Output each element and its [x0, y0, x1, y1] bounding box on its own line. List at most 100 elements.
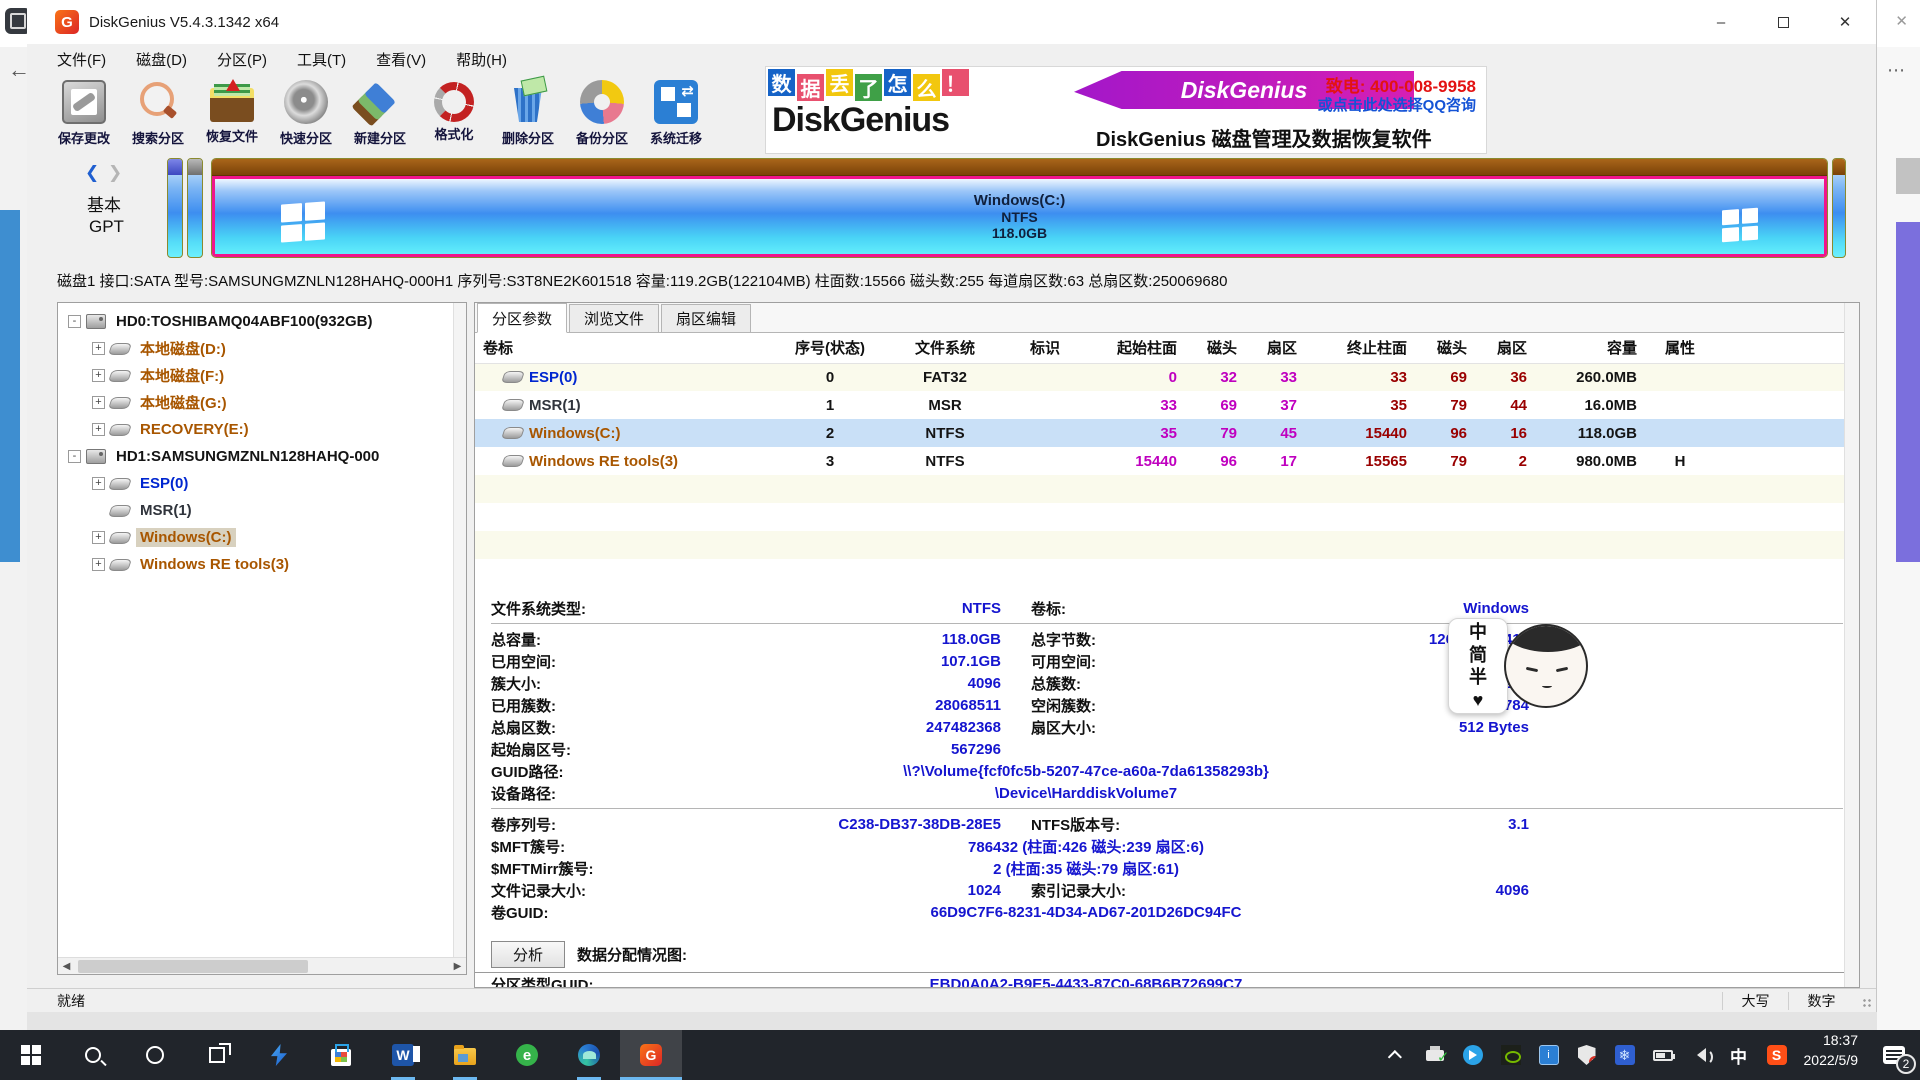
column-header-1[interactable]: 序号(状态)	[775, 333, 885, 363]
tray-printer-status-icon[interactable]	[1424, 1044, 1446, 1066]
table-row[interactable]: MSR(1)1MSR33693735794416.0MB	[475, 391, 1859, 419]
tree-item-recovery-e-[interactable]: +RECOVERY(E:)	[58, 416, 466, 443]
tab-扇区编辑[interactable]: 扇区编辑	[661, 304, 751, 332]
tray-defender-alert-icon[interactable]	[1576, 1044, 1598, 1066]
toolbar-system-migration-button[interactable]: 系统迁移	[639, 74, 713, 155]
column-header-5[interactable]: 磁头	[1185, 333, 1245, 363]
taskbar-edge-icon[interactable]	[558, 1030, 620, 1080]
table-row[interactable]: Windows RE tools(3)3NTFS1544096171556579…	[475, 447, 1859, 475]
ime-item-简[interactable]: 简	[1469, 646, 1487, 664]
menu-item-工[interactable]: 工具(T)	[297, 49, 346, 70]
tree-item-msr-1-[interactable]: MSR(1)	[58, 497, 466, 524]
tree-vertical-scrollbar[interactable]	[453, 303, 466, 957]
tab-分区参数[interactable]: 分区参数	[477, 303, 567, 333]
taskbar-microsoft-store-icon[interactable]	[310, 1030, 372, 1080]
taskbar-flash-app-icon[interactable]	[248, 1030, 310, 1080]
toolbar-recover-files-button[interactable]: 恢复文件	[195, 74, 269, 155]
partition-bar-msr[interactable]	[187, 158, 203, 258]
tray-intel-graphics-icon[interactable]: i	[1538, 1044, 1560, 1066]
ime-item-♥[interactable]: ♥	[1473, 691, 1484, 709]
tray-nvidia-settings-icon[interactable]	[1500, 1044, 1522, 1066]
partition-bar-esp[interactable]	[167, 158, 183, 258]
tray-sogou-icon[interactable]: S	[1766, 1044, 1788, 1066]
taskbar-task-view-icon[interactable]	[186, 1030, 248, 1080]
menu-item-分[interactable]: 分区(P)	[217, 49, 267, 70]
toolbar-quick-partition-button[interactable]: 快速分区	[269, 74, 343, 155]
tree-item--d-[interactable]: +本地磁盘(D:)	[58, 335, 466, 362]
tree-expander-icon[interactable]: +	[92, 369, 105, 382]
toolbar-search-partition-button[interactable]: 搜索分区	[121, 74, 195, 155]
taskbar-start-button[interactable]	[0, 1030, 62, 1080]
tree-item-hd1-samsungmznln128hahq-000[interactable]: -HD1:SAMSUNGMZNLN128HAHQ-000	[58, 443, 466, 470]
scrollbar-thumb[interactable]	[78, 960, 308, 973]
minimize-button[interactable]: –	[1690, 0, 1752, 44]
tree-expander-icon[interactable]: +	[92, 558, 105, 571]
column-header-8[interactable]: 磁头	[1415, 333, 1475, 363]
toolbar-delete-partition-button[interactable]: 删除分区	[491, 74, 565, 155]
next-disk-arrow-icon[interactable]: ❯	[108, 163, 122, 182]
taskbar-clock[interactable]: 18:37 2022/5/9	[1794, 1030, 1869, 1080]
partition-bar-windows-re[interactable]	[1832, 158, 1846, 258]
tree-item--f-[interactable]: +本地磁盘(F:)	[58, 362, 466, 389]
column-header-2[interactable]: 文件系统	[885, 333, 1005, 363]
tab-浏览文件[interactable]: 浏览文件	[569, 304, 659, 332]
toolbar-new-partition-button[interactable]: 新建分区	[343, 74, 417, 155]
tray-ime-language-icon[interactable]: 中	[1728, 1044, 1750, 1066]
taskbar-diskgenius-icon[interactable]: G	[620, 1030, 682, 1080]
taskbar-file-explorer-icon[interactable]	[434, 1030, 496, 1080]
tree-expander-icon[interactable]: -	[68, 450, 81, 463]
taskbar-search-icon[interactable]	[62, 1030, 124, 1080]
column-header-3[interactable]: 标识	[1005, 333, 1085, 363]
column-header-9[interactable]: 扇区	[1475, 333, 1535, 363]
analyze-button[interactable]: 分析	[491, 941, 565, 968]
tree-item-windows-c-[interactable]: +Windows(C:)	[58, 524, 466, 551]
action-center-button[interactable]: 2	[1868, 1030, 1920, 1080]
toolbar-backup-partition-button[interactable]: 备份分区	[565, 74, 639, 155]
tree-expander-icon[interactable]: +	[92, 396, 105, 409]
table-row[interactable]: Windows(C:)2NTFS357945154409616118.0GB	[475, 419, 1859, 447]
taskbar-word-icon[interactable]: W	[372, 1030, 434, 1080]
tree-expander-icon[interactable]: -	[68, 315, 81, 328]
column-header-7[interactable]: 终止柱面	[1305, 333, 1415, 363]
tree-item--g-[interactable]: +本地磁盘(G:)	[58, 389, 466, 416]
tree-expander-icon[interactable]: +	[92, 423, 105, 436]
tray-volume-icon[interactable]	[1690, 1044, 1712, 1066]
menu-item-查[interactable]: 查看(V)	[376, 49, 426, 70]
column-header-10[interactable]: 容量	[1535, 333, 1645, 363]
column-header-11[interactable]: 属性	[1645, 333, 1715, 363]
menu-item-文[interactable]: 文件(F)	[57, 49, 106, 70]
tree-expander-icon[interactable]: +	[92, 531, 105, 544]
detail-vertical-scrollbar[interactable]	[1844, 303, 1859, 987]
menu-item-磁[interactable]: 磁盘(D)	[136, 49, 187, 70]
tree-item-hd0-toshibamq04abf100-932gb-[interactable]: -HD0:TOSHIBAMQ04ABF100(932GB)	[58, 308, 466, 335]
prev-disk-arrow-icon[interactable]: ❮	[85, 163, 99, 182]
menu-item-帮[interactable]: 帮助(H)	[456, 49, 507, 70]
ime-item-中[interactable]: 中	[1469, 623, 1487, 641]
tray-telegram-icon[interactable]	[1462, 1044, 1484, 1066]
toolbar-save-changes-button[interactable]: 保存更改	[47, 74, 121, 155]
partition-bar-windows-c[interactable]: Windows(C:) NTFS 118.0GB	[211, 158, 1828, 258]
column-header-4[interactable]: 起始柱面	[1085, 333, 1185, 363]
resize-grip[interactable]	[1854, 992, 1876, 1010]
ime-avatar[interactable]	[1504, 624, 1588, 708]
tray-tray-expand-chevron-icon[interactable]	[1386, 1044, 1408, 1066]
scroll-right-arrow-icon[interactable]: ▶	[449, 961, 466, 972]
tree-item-windows-re-tools-3-[interactable]: +Windows RE tools(3)	[58, 551, 466, 578]
tree-expander-icon[interactable]: +	[92, 342, 105, 355]
tray-power-battery-icon[interactable]	[1652, 1044, 1674, 1066]
taskbar-browser-360-icon[interactable]: e	[496, 1030, 558, 1080]
column-header-6[interactable]: 扇区	[1245, 333, 1305, 363]
maximize-button[interactable]	[1752, 0, 1814, 44]
scroll-left-arrow-icon[interactable]: ◀	[58, 961, 75, 972]
toolbar-format-button[interactable]: 格式化	[417, 74, 491, 155]
table-row[interactable]: ESP(0)0FAT3203233336936260.0MB	[475, 363, 1859, 391]
banner-qq-link[interactable]: 或点击此处选择QQ咨询	[1318, 94, 1476, 115]
ime-item-半[interactable]: 半	[1469, 668, 1487, 686]
promo-banner[interactable]: 数据丢了怎么！ DiskGenius DiskGenius 致电: 400-00…	[765, 66, 1487, 154]
tree-horizontal-scrollbar[interactable]: ◀ ▶	[58, 957, 466, 974]
tree-expander-icon[interactable]: +	[92, 477, 105, 490]
close-button[interactable]: ✕	[1814, 0, 1876, 44]
taskbar-cortana-icon[interactable]	[124, 1030, 186, 1080]
tray-snowflake-app-icon[interactable]: ❄	[1614, 1044, 1636, 1066]
column-header-0[interactable]: 卷标	[475, 333, 775, 363]
